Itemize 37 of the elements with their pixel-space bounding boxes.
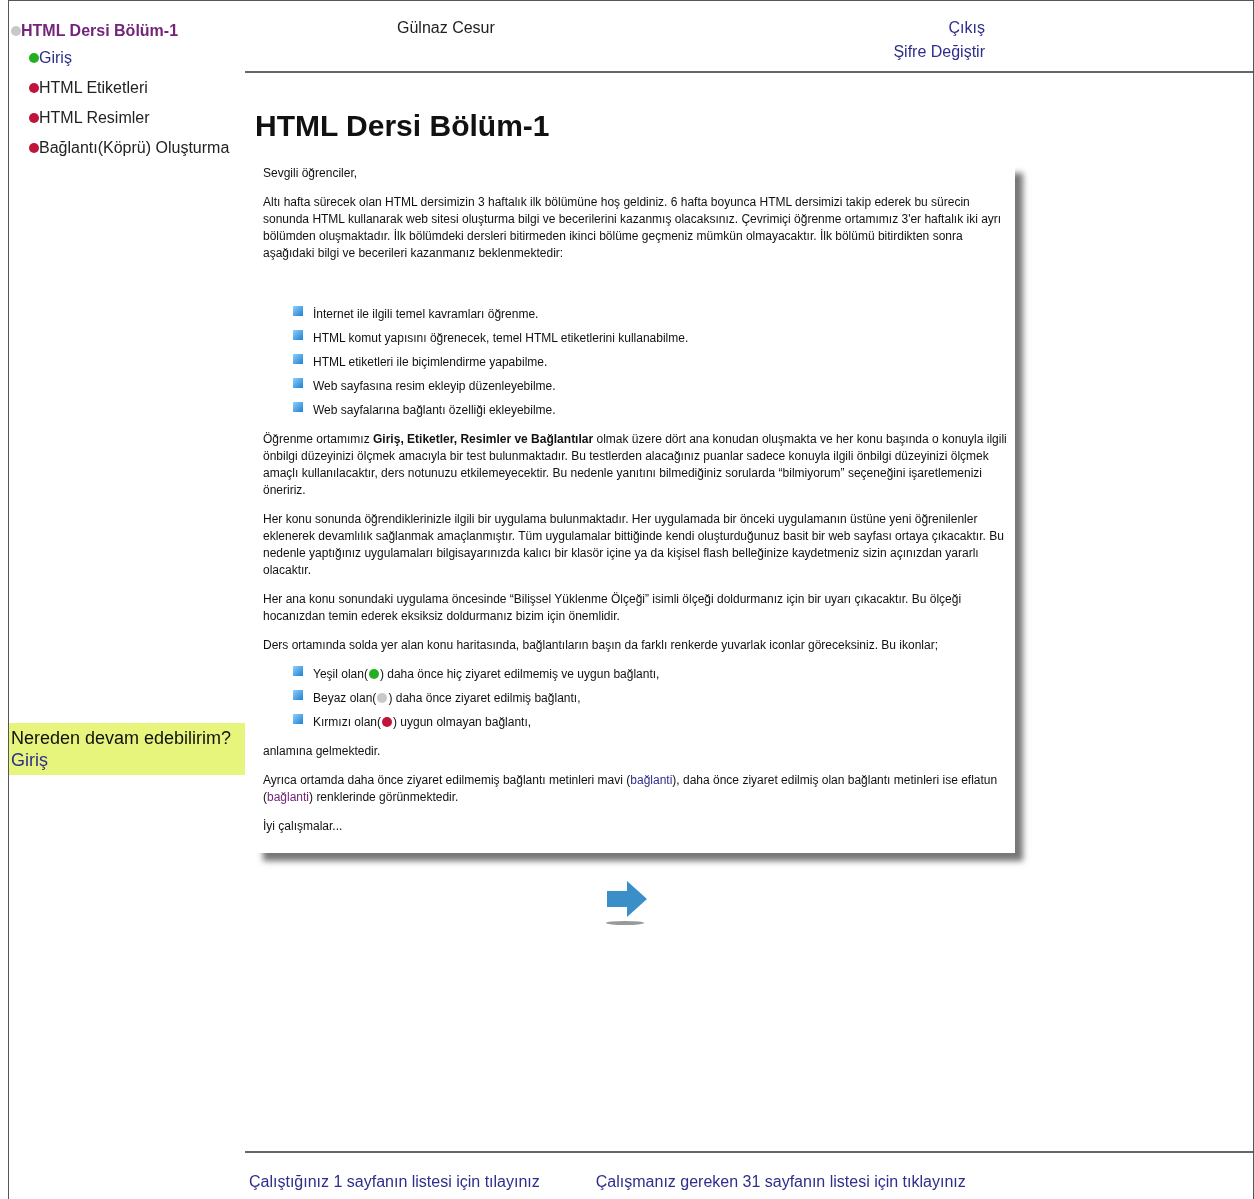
bullet-icon (293, 330, 303, 340)
nav-link[interactable]: Giriş (29, 43, 245, 73)
text-link[interactable]: bağlanti (630, 773, 673, 787)
bullet-icon (293, 714, 303, 724)
paragraph: Altı hafta sürecek olan HTML dersimizin 3 haftalık ilk bölümüne hoş geldiniz. 6 hafta boyunca HTML dersimizi takip ederek bu sürecin sonunda HTML kullanarak web sitesi oluşturma bilgi ve becerilerini kazanmış olacaksınız. Çevrimiçi öğrenme ortamımız 3'er haftalık iki ayrı bölümden oluşmaktadır. İlk bölümdeki dersleri bitirmeden ikinci bölüme geçmeniz mümkün olmayacaktır. İlk bölümü bitirdikten sonra aşağıdaki bilgi ve becerileri kazanmanız beklenmektedir: (263, 194, 1003, 262)
list-item: Kırmızı olan( ) uygun olmayan bağlantı, (313, 714, 532, 731)
bullet-icon (293, 378, 303, 388)
list-item: Beyaz olan( ) daha önce ziyaret edilmiş bağlantı, (313, 690, 581, 707)
list-item: HTML komut yapısını öğrenecek, temel HTML etiketlerini kullanabilme. (313, 330, 689, 347)
paragraph: Ders ortamında solda yer alan konu haritasında, bağlantıların başın da farklı renkerde yuvarlak iconlar göreceksiniz. Bu ikonlar; (263, 637, 940, 654)
continue-link[interactable]: Giriş (11, 750, 48, 770)
paragraph: İyi çalışmalar... (263, 818, 344, 835)
header-link[interactable]: Şifre Değiştir (893, 43, 985, 61)
paragraph: Öğrenme ortamımız Giriş, Etiketler, Resimler ve Bağlantılar olmak üzere dört ana konudan oluşmakta ve her konu başında o konuyla ilgili önbilgi düzeyinizi ölçmek amacıyla bir test bulunmaktadır. Bu testlerden alacağınız puanlar sadece konuyla ilgili önbilgi düzeyinizi ölçmek amaçlı kullanılacaktır, ders notunuzu etkilemeyecektir. Bu nedenle yanıtını bilmediğiniz sorularda “bilmiyorum” seçeneğini işaretlemenizi öneririz. (263, 431, 1007, 499)
nav-link[interactable]: HTML Dersi Bölüm-1 (9, 19, 245, 43)
bullet-icon (293, 666, 303, 676)
bullet-icon (293, 354, 303, 364)
bullet-icon (293, 402, 303, 412)
text-link[interactable]: bağlanti (267, 790, 310, 804)
header-link[interactable]: Çıkış (948, 19, 985, 37)
list-item: Yeşil olan( ) daha önce hiç ziyaret edilmemiş ve uygun bağlantı, (313, 666, 660, 683)
paragraph: Her konu sonunda öğrendiklerinizle ilgili bir uygulama bulunmaktadır. Her uygulamada bir önceki uygulamanın üstüne yeni öğrenilenler eklenerek devamlılık sağlanmak amaçlanmıştır. Tüm uygulamalar bittiğinde kendi oluşturduğunuz basit bir web sayfası ortaya çıkacaktır. Bu nedenle yaptığınız uygulamaları bilgisayarınızda kalıcı bir klasör içine ya da kişisel flash belleğinize kaydetmeniz sizin açınızdan yararlı olacaktır. (263, 511, 1005, 579)
paragraph: Sevgili öğrenciler, (263, 165, 359, 182)
bullet-icon (293, 690, 303, 700)
continue-title: Nereden devam edebilirim? (11, 727, 233, 749)
list-item: İnternet ile ilgili temel kavramları öğrenme. (313, 306, 539, 323)
user-name: Gülnaz Cesur (397, 19, 495, 38)
bullet-icon (293, 306, 303, 316)
paragraph: Ayrıca ortamda daha önce ziyaret edilmemiş bağlantı metinleri mavi (bağlanti), daha önce ziyaret edilmiş olan bağlantı metinleri ise eflatun (bağlanti) renklerinde görünmektedir. (263, 772, 999, 806)
footer-link[interactable]: Çalışmanız gereken 31 sayfanın listesi için tıklayınız (595, 1173, 966, 1191)
list-item: Web sayfasına resim ekleyip düzenleyebilme. (313, 378, 556, 395)
paragraph: anlamına gelmektedir. (263, 743, 382, 760)
page-title: HTML Dersi Bölüm-1 (255, 109, 551, 143)
list-item: HTML etiketleri ile biçimlendirme yapabilme. (313, 354, 548, 371)
footer-link[interactable]: Çalıştığınız 1 sayfanın listesi için tılayınız (249, 1173, 540, 1191)
list-item: Web sayfalarına bağlantı özelliği ekleyebilme. (313, 402, 556, 419)
paragraph: Her ana konu sonundaki uygulama öncesinde “Bilişsel Yüklenme Ölçeği” isimli ölçeği doldurmanız için bir uyarı çıkacaktır. Bu ölçeği hocanızdan temin ederek eksiksiz doldurmanız bizim için önemlidir. (263, 591, 963, 625)
